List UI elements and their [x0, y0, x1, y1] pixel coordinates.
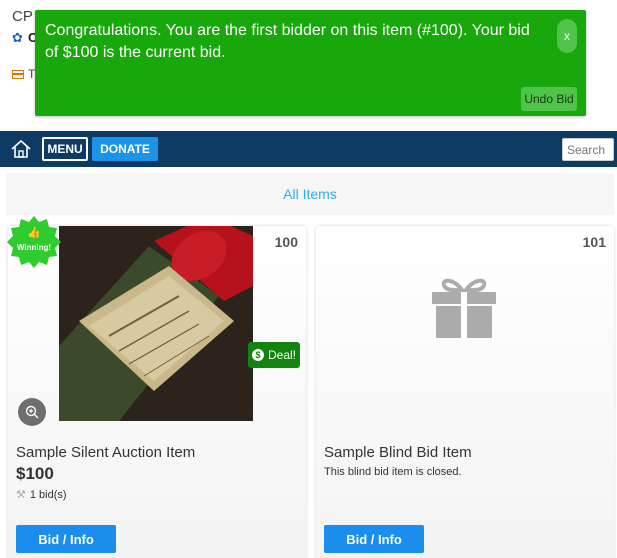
auction-page: CP ✿ C T Congratulations. You are the fi…: [0, 0, 617, 558]
item-number: 100: [274, 234, 298, 250]
item-card-101[interactable]: 101 Sample Blind Bid Item This blind bid…: [316, 226, 614, 558]
header-title: CP: [12, 8, 33, 25]
item-price: $100: [16, 464, 54, 483]
item-status: This blind bid item is closed.: [324, 466, 462, 478]
home-icon[interactable]: [10, 139, 32, 159]
search-input[interactable]: [562, 138, 614, 161]
dollar-icon: $: [251, 349, 264, 361]
zoom-in-icon[interactable]: [18, 398, 46, 426]
winning-badge: 👍 Winning!: [7, 216, 61, 268]
navbar: MENU DONATE: [0, 131, 617, 167]
notification-message: Congratulations. You are the first bidde…: [45, 22, 530, 61]
item-title[interactable]: Sample Silent Auction Item: [16, 444, 195, 461]
item-card-100[interactable]: 👍 Winning! 100 $ Deal! Sample Silent Auc…: [7, 216, 306, 558]
item-title[interactable]: Sample Blind Bid Item: [324, 444, 472, 461]
gear-icon: ✿: [12, 30, 23, 45]
bid-info-button[interactable]: Bid / Info: [16, 525, 116, 553]
bid-count-label: 1 bid(s): [29, 488, 67, 501]
gavel-icon: ⚒: [16, 489, 26, 501]
winning-badge-label: Winning!: [17, 243, 51, 252]
svg-text:👍: 👍: [27, 226, 41, 239]
bid-count: ⚒ 1 bid(s): [16, 488, 67, 502]
all-items-bar: All Items: [6, 173, 614, 215]
wine-bottle-image: [59, 226, 253, 421]
gift-icon: [432, 278, 496, 338]
donate-button[interactable]: DONATE: [92, 137, 158, 161]
all-items-link[interactable]: All Items: [6, 173, 614, 215]
item-number: 101: [582, 234, 606, 250]
menu-button[interactable]: MENU: [42, 137, 88, 161]
deal-label: Deal!: [267, 348, 296, 362]
bid-notification: Congratulations. You are the first bidde…: [35, 10, 586, 116]
bid-info-button[interactable]: Bid / Info: [324, 525, 424, 553]
undo-bid-button[interactable]: Undo Bid: [521, 87, 577, 111]
deal-badge: $ Deal!: [248, 342, 300, 368]
item-photo[interactable]: [59, 226, 253, 421]
notification-close-button[interactable]: x: [557, 19, 577, 53]
credit-card-icon: [12, 70, 24, 79]
